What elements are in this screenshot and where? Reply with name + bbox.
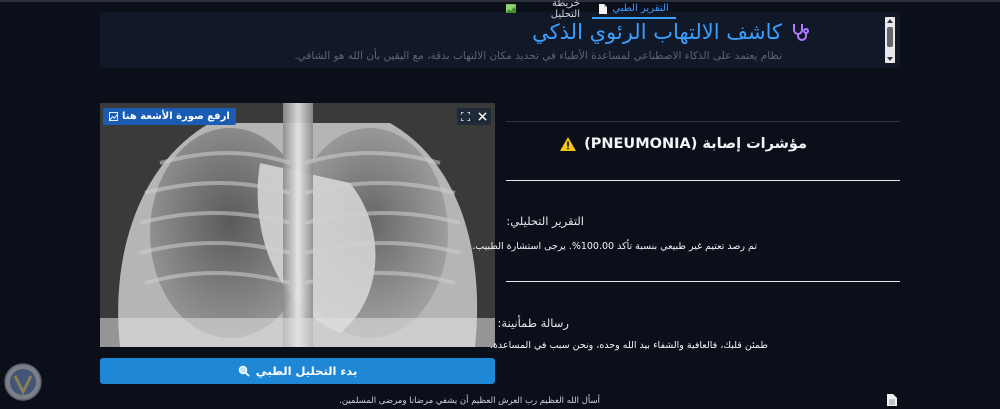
start-analysis-button[interactable]: بدء التحليل الطبي xyxy=(100,358,495,384)
start-analysis-label: بدء التحليل الطبي xyxy=(255,364,358,378)
document-icon xyxy=(599,3,608,14)
divider xyxy=(506,281,900,282)
image-controls xyxy=(457,108,491,125)
reassurance-body: طمئن قلبك، فالعافية والشفاء بيد الله وحد… xyxy=(489,340,768,351)
image-icon xyxy=(506,4,516,13)
result-tabs xyxy=(506,103,900,122)
scroll-up-arrow-icon[interactable] xyxy=(887,19,893,23)
divider xyxy=(506,180,900,181)
image-upload-icon xyxy=(109,112,118,121)
tab-medical-report[interactable]: التقرير الطبي xyxy=(592,0,676,19)
report-body: تم رصد تعتيم غير طبيعي بنسبة تأكد 100.00… xyxy=(472,241,757,252)
footer-prayer: أسأل الله العظيم رب العرش العظيم أن يشفي… xyxy=(339,396,600,406)
app-header: كاشف الالتهاب الرئوي الذكي نظام يعتمد عل… xyxy=(100,12,900,68)
diagnosis-result: مؤشرات إصابة (PNEUMONIA) xyxy=(560,136,807,152)
stethoscope-icon xyxy=(793,24,809,41)
magnifier-icon xyxy=(238,365,250,377)
upload-label-text: ارفع صورة الأشعة هنا xyxy=(122,111,230,122)
scroll-down-arrow-icon[interactable] xyxy=(887,57,893,61)
watermark-logo-icon xyxy=(4,363,42,401)
reassurance-heading: رسالة طمأنينة: xyxy=(497,316,569,330)
scroll-thumb[interactable] xyxy=(887,27,893,47)
warning-icon xyxy=(560,137,577,151)
fullscreen-icon[interactable] xyxy=(461,112,470,121)
page-icon xyxy=(887,394,897,406)
report-heading: التقرير التحليلي: xyxy=(506,214,584,228)
close-icon[interactable] xyxy=(478,112,487,121)
app-title: كاشف الالتهاب الرئوي الذكي xyxy=(532,20,782,44)
diagnosis-title: مؤشرات إصابة (PNEUMONIA) xyxy=(584,136,807,152)
xray-image-panel[interactable]: ارفع صورة الأشعة هنا xyxy=(100,103,495,347)
upload-xray-label[interactable]: ارفع صورة الأشعة هنا xyxy=(103,108,236,125)
tab-analysis-map[interactable]: خريطة التحليل xyxy=(506,0,580,20)
header-scrollbar[interactable] xyxy=(885,17,895,63)
app-subtitle: نظام يعتمد على الذكاء الاصطناعي لمساعدة … xyxy=(294,50,782,62)
top-border xyxy=(0,0,1000,2)
app-title-row: كاشف الالتهاب الرئوي الذكي xyxy=(532,20,810,44)
xray-image xyxy=(100,103,495,347)
tab-analysis-map-label: خريطة التحليل xyxy=(550,0,580,20)
tab-medical-report-label: التقرير الطبي xyxy=(612,3,669,14)
